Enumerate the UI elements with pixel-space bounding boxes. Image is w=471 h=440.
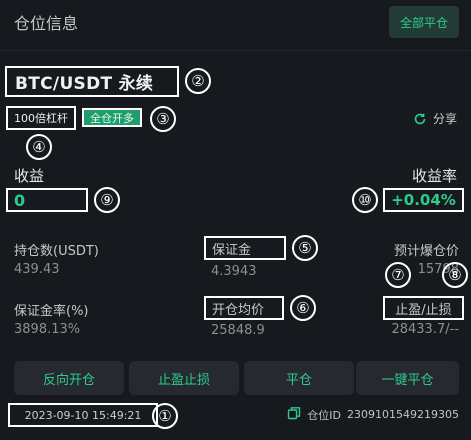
- annotation-box-pair: BTC/USDT 永续: [5, 66, 179, 97]
- annotation-box-timestamp: 2023-09-10 15:49:21: [8, 403, 158, 427]
- roe-label: 收益率: [411, 167, 457, 185]
- tpsl-value: 28433.7/--: [391, 322, 459, 337]
- annotation-number-1: ①: [152, 403, 178, 429]
- margin-ratio-value: 3898.13%: [14, 322, 81, 337]
- position-id-label: 仓位ID: [307, 408, 342, 422]
- roe-value: +0.04%: [391, 191, 456, 209]
- leverage-badge: 100倍杠杆: [14, 112, 68, 125]
- avg-price-value: 25848.9: [211, 323, 265, 338]
- page-title: 仓位信息: [14, 14, 79, 33]
- holding-label: 持仓数(USDT): [14, 244, 99, 259]
- annotation-box-tpsl: 止盈/止损: [383, 296, 464, 320]
- annotation-box-roe: +0.04%: [383, 188, 464, 212]
- annotation-number-9: ⑨: [94, 187, 120, 213]
- header-divider: [0, 50, 471, 51]
- annotation-number-3: ③: [150, 106, 176, 132]
- share-refresh-icon: [413, 112, 427, 126]
- annotation-number-10: ⑩: [352, 187, 378, 213]
- margin-label: 保证金: [212, 242, 252, 258]
- pnl-value: 0: [14, 190, 26, 210]
- annotation-box-leverage: 100倍杠杆: [6, 106, 76, 130]
- reverse-open-button[interactable]: 反向开仓: [14, 361, 124, 395]
- position-id-value: 2309101549219305: [347, 408, 459, 421]
- margin-ratio-label: 保证金率(%): [14, 304, 89, 319]
- annotation-box-margin: 保证金: [204, 236, 286, 260]
- tpsl-button[interactable]: 止盈止损: [129, 361, 239, 395]
- annotation-number-8: ⑧: [442, 262, 468, 288]
- share-button[interactable]: 分享: [413, 110, 457, 127]
- avg-price-label: 开仓均价: [212, 302, 265, 318]
- holding-value: 439.43: [14, 262, 60, 277]
- annotation-number-6: ⑥: [290, 295, 316, 321]
- annotation-number-4: ④: [26, 134, 52, 160]
- pair-name: BTC/USDT 永续: [15, 74, 154, 94]
- tpsl-label: 止盈/止损: [395, 302, 452, 318]
- one-click-close-button[interactable]: 一键平仓: [356, 361, 459, 395]
- annotation-box-avg-price: 开仓均价: [204, 296, 284, 320]
- margin-value: 4.3943: [211, 264, 257, 279]
- annotation-box-pnl: 0: [6, 188, 88, 212]
- share-label: 分享: [432, 112, 457, 126]
- open-timestamp: 2023-09-10 15:49:21: [24, 408, 142, 422]
- liquidation-price-label: 预计爆仓价: [393, 244, 459, 259]
- margin-mode-badge: 全仓开多: [82, 108, 142, 127]
- copy-icon[interactable]: [287, 406, 301, 423]
- annotation-number-7: ⑦: [385, 262, 411, 288]
- annotation-number-5: ⑤: [292, 235, 318, 261]
- annotation-number-2: ②: [185, 68, 211, 94]
- close-all-button[interactable]: 全部平仓: [389, 6, 459, 38]
- position-id: 仓位ID 2309101549219305: [287, 406, 459, 423]
- pnl-label: 收益: [14, 167, 45, 185]
- close-position-button[interactable]: 平仓: [244, 361, 354, 395]
